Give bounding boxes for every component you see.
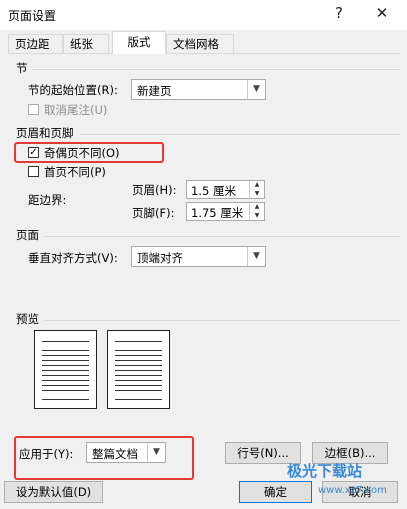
vertical-align-value: 顶端对齐 [137, 251, 183, 265]
tab-paper[interactable]: 纸张 [63, 34, 109, 53]
preview-line [42, 385, 89, 386]
spin-up-icon[interactable]: ▲ [250, 203, 264, 211]
preview-heading: 预览 [16, 312, 39, 326]
preview-page-left [34, 330, 97, 409]
margin-from-edge-label: 距边界: [28, 193, 67, 207]
preview-line [115, 399, 162, 400]
chevron-down-icon: ▼ [247, 80, 265, 99]
preview-page-right [107, 330, 170, 409]
spin-down-icon[interactable]: ▼ [250, 190, 264, 198]
preview-separator [44, 320, 400, 321]
close-icon[interactable]: ✕ [369, 4, 395, 22]
preview-line [115, 370, 162, 371]
vertical-align-label: 垂直对齐方式(V): [28, 251, 118, 265]
spin-up-icon[interactable]: ▲ [250, 181, 264, 189]
first-page-checkbox[interactable] [28, 166, 39, 177]
preview-line [42, 390, 89, 391]
first-page-label: 首页不同(P) [44, 165, 106, 179]
highlight-apply-to [14, 436, 194, 480]
preview-line [42, 360, 89, 361]
preview-line [42, 399, 89, 400]
footer-distance-spinner[interactable]: 1.75 厘米 ▲ ▼ [186, 202, 265, 221]
section-separator [32, 69, 400, 70]
preview-line [115, 375, 162, 376]
window-title: 页面设置 [8, 9, 57, 23]
tab-doc-grid[interactable]: 文档网格 [166, 34, 234, 53]
page-heading: 页面 [16, 228, 39, 242]
preview-line [115, 360, 162, 361]
tab-layout[interactable]: 版式 [112, 31, 166, 54]
chevron-down-icon: ▼ [247, 247, 265, 266]
preview-line [115, 385, 162, 386]
preview-line [42, 341, 89, 342]
header-distance-value: 1.5 厘米 [191, 184, 236, 198]
header-footer-separator [80, 134, 400, 135]
section-start-value: 新建页 [137, 84, 172, 98]
preview-line [42, 370, 89, 371]
header-footer-heading: 页眉和页脚 [16, 126, 74, 140]
tab-margins[interactable]: 页边距 [8, 34, 63, 53]
preview-line [115, 350, 162, 351]
section-start-select[interactable]: 新建页 ▼ [131, 79, 266, 100]
preview-line [42, 375, 89, 376]
suppress-endnotes-checkbox[interactable] [28, 104, 39, 115]
footer-distance-label: 页脚(F): [132, 206, 175, 220]
watermark-name: 极光下载站 [287, 462, 363, 480]
preview-line [42, 355, 89, 356]
section-heading: 节 [16, 61, 28, 75]
preview-line [115, 365, 162, 366]
footer-distance-value: 1.75 厘米 [191, 206, 244, 220]
preview-line [115, 341, 162, 342]
spin-down-icon[interactable]: ▼ [250, 212, 264, 220]
watermark-url: www.xz7.com [318, 485, 387, 496]
highlight-odd-even [14, 142, 164, 163]
preview-line [115, 355, 162, 356]
preview-line [42, 365, 89, 366]
preview-line [115, 380, 162, 381]
ok-button[interactable]: 确定 [239, 481, 312, 503]
preview-line [115, 390, 162, 391]
vertical-align-select[interactable]: 顶端对齐 ▼ [131, 246, 266, 267]
page-separator [44, 236, 400, 237]
section-start-label: 节的起始位置(R): [28, 83, 118, 97]
set-default-button[interactable]: 设为默认值(D) [4, 481, 103, 503]
suppress-endnotes-label: 取消尾注(U) [44, 103, 108, 117]
help-button[interactable]: ? [326, 4, 352, 22]
header-distance-spinner[interactable]: 1.5 厘米 ▲ ▼ [186, 180, 265, 199]
preview-line [42, 380, 89, 381]
header-distance-label: 页眉(H): [132, 183, 177, 197]
preview-line [42, 350, 89, 351]
